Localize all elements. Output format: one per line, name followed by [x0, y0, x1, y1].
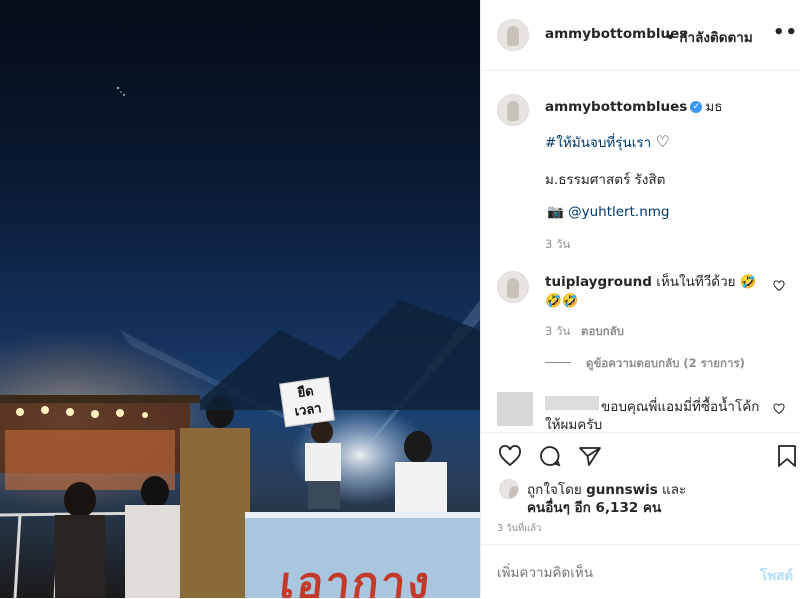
- caption-text: ม.ธรรมศาสตร์ รังสิต: [545, 172, 666, 188]
- banner-text: เอากาง: [277, 558, 434, 598]
- likes-others[interactable]: คนอื่นๆ อีก 6,132 คน: [527, 496, 661, 518]
- likes-connector: และ: [662, 482, 687, 498]
- verified-badge-icon: ✓: [690, 101, 703, 113]
- comment-text-continued: 🤣🤣: [545, 293, 579, 309]
- hashtag-link[interactable]: #ให้มันจบที่รุ่นเรา: [545, 135, 651, 151]
- bookmark-icon[interactable]: [776, 444, 798, 468]
- follow-status[interactable]: • กำลังติดตาม: [666, 26, 753, 48]
- redacted-username: [545, 396, 599, 410]
- more-options-icon[interactable]: •••: [773, 22, 800, 43]
- replies-divider: [545, 362, 571, 363]
- share-paper-plane-icon[interactable]: [577, 444, 603, 468]
- post-comment-button[interactable]: โพสต์: [760, 564, 793, 586]
- comment-2-text: ขอบคุณพี่แอมมี่ที่ซื้อน้ำโค้ก: [601, 399, 760, 415]
- credit-mention-link[interactable]: @yuhtlert.nmg: [568, 204, 669, 220]
- comment-time[interactable]: 3 วัน: [545, 323, 570, 341]
- caption-hashtag-line: #ให้มันจบที่รุ่นเรา ♡: [545, 131, 670, 153]
- comment-like-heart-icon[interactable]: [773, 403, 785, 415]
- comment-avatar[interactable]: [497, 271, 529, 303]
- location-tag[interactable]: มธ: [705, 99, 722, 115]
- add-comment-bar: โพสต์: [481, 544, 800, 599]
- comment-username[interactable]: tuiplayground: [545, 274, 652, 290]
- post-header: ammybottomblues • กำลังติดตาม •••: [481, 0, 800, 71]
- protest-sign: ยืด เวลา: [279, 376, 335, 428]
- post-side-panel: ammybottomblues • กำลังติดตาม ••• ammybo…: [480, 0, 800, 598]
- caption-username[interactable]: ammybottomblues: [545, 99, 687, 115]
- like-heart-icon[interactable]: [497, 444, 523, 468]
- comment-text: เห็นในทีวีด้วย 🤣: [656, 274, 757, 290]
- add-comment-input[interactable]: [495, 561, 739, 585]
- liker-avatar[interactable]: [499, 479, 519, 499]
- redacted-avatar: [497, 392, 533, 426]
- caption-header: ammybottomblues ✓ มธ: [545, 95, 722, 117]
- caption-time[interactable]: 3 วัน: [545, 236, 570, 254]
- author-avatar[interactable]: [497, 19, 529, 51]
- view-replies-button[interactable]: ดูข้อความตอบกลับ (2 รายการ): [586, 355, 745, 373]
- comment-like-heart-icon[interactable]: [773, 280, 785, 292]
- caption-avatar[interactable]: [497, 94, 529, 126]
- camera-icon: 📷: [547, 204, 564, 220]
- post-timestamp[interactable]: 3 วันที่แล้ว: [497, 521, 541, 536]
- actions-divider: [481, 432, 800, 433]
- comment-bubble-icon[interactable]: [537, 444, 563, 468]
- reply-button[interactable]: ตอบกลับ: [581, 323, 624, 341]
- comment-1: tuiplayground เห็นในทีวีด้วย 🤣 🤣🤣: [545, 273, 775, 311]
- post-photo[interactable]: ยืด เวลา เอากาง: [0, 0, 480, 598]
- heart-emoji-icon: ♡: [655, 132, 670, 151]
- concert-scene: [0, 86, 480, 598]
- caption-credit-line: 📷 @yuhtlert.nmg: [547, 204, 669, 220]
